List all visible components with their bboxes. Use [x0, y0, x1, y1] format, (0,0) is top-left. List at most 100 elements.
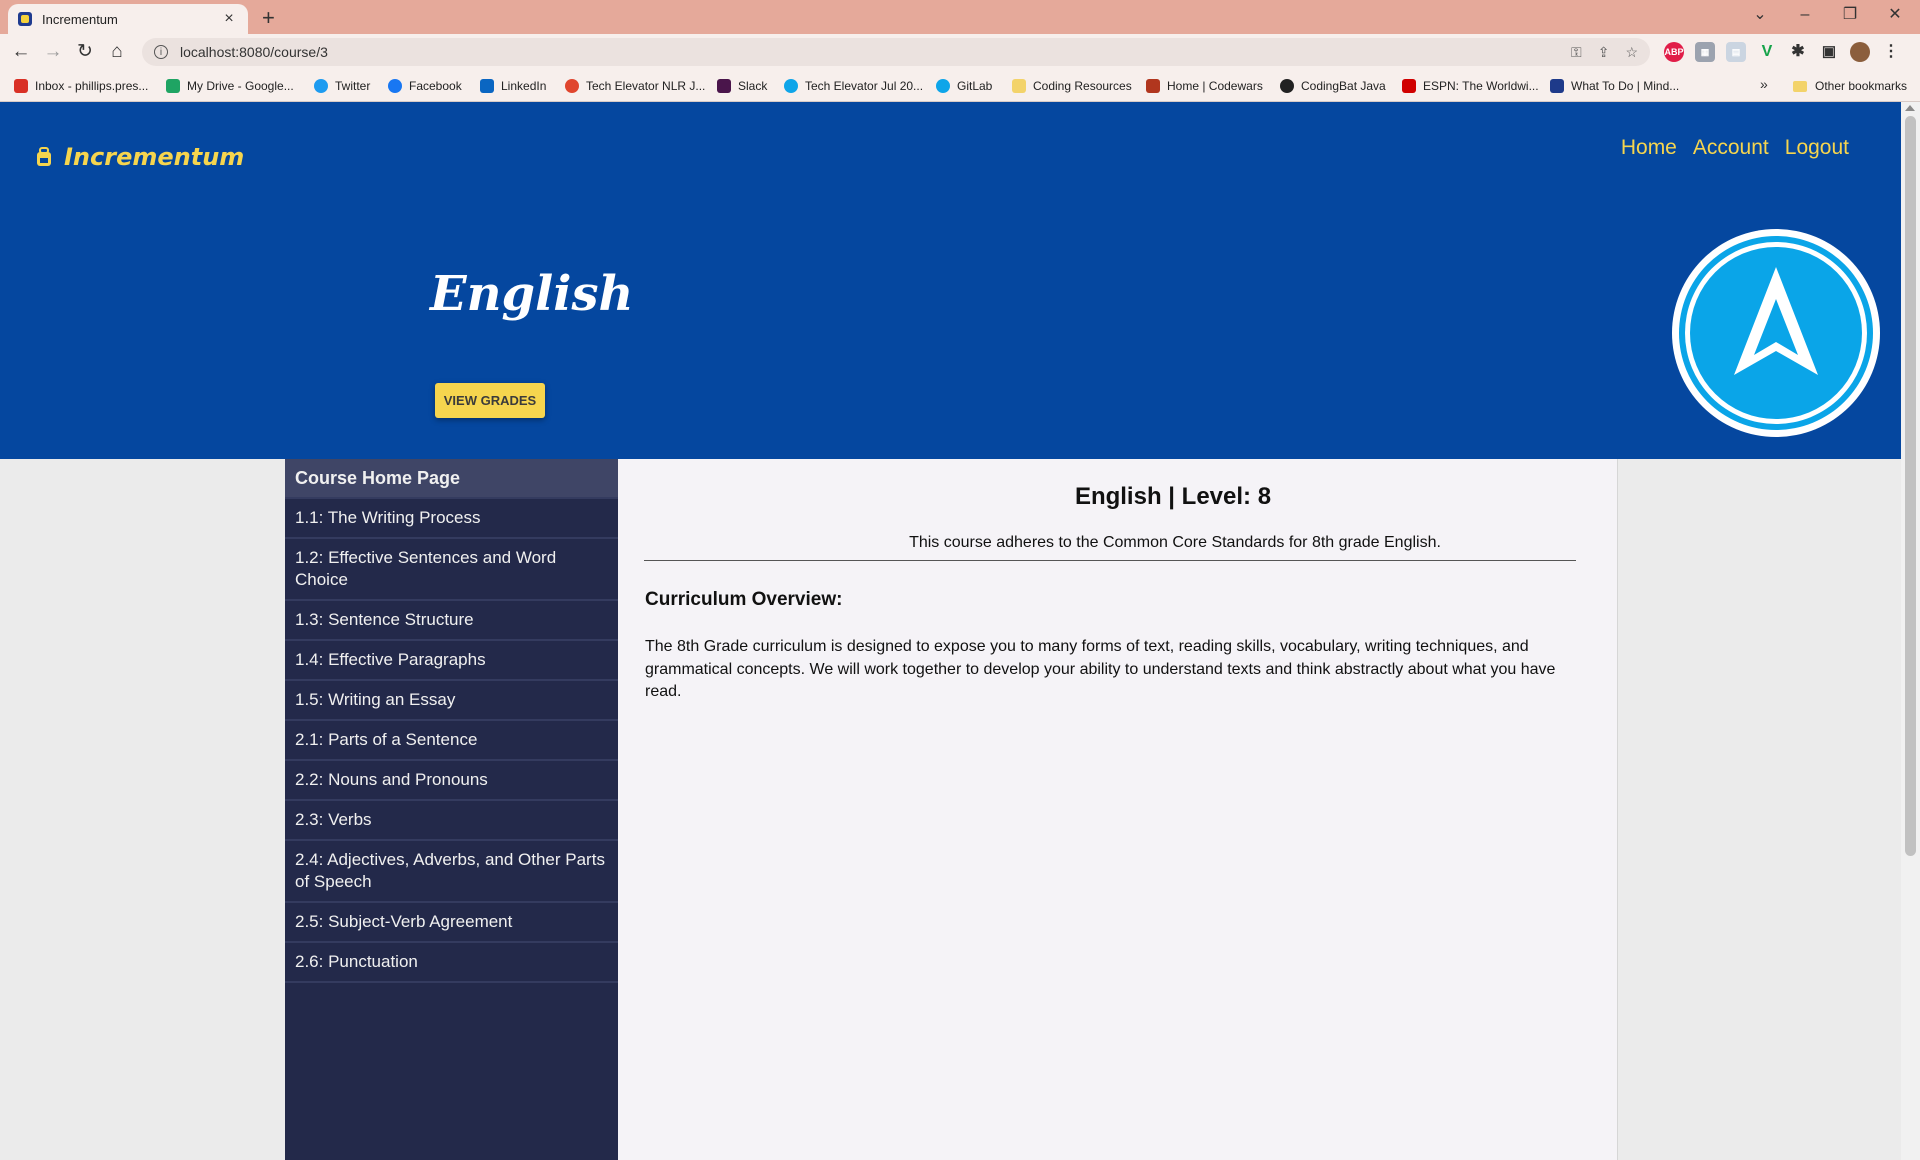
- codewars-icon: [1146, 79, 1160, 93]
- brand-name: Incrementum: [64, 143, 245, 171]
- bookmark-item[interactable]: Twitter: [314, 70, 370, 102]
- bookmark-label: Slack: [738, 79, 768, 93]
- bookmark-item[interactable]: Home | Codewars: [1146, 70, 1263, 102]
- nav-logout-link[interactable]: Logout: [1785, 136, 1849, 160]
- bookmark-item[interactable]: Inbox - phillips.pres...: [14, 70, 148, 102]
- bookmark-label: Inbox - phillips.pres...: [35, 79, 149, 93]
- sidebar-item-1-1[interactable]: 1.1: The Writing Process: [285, 499, 618, 539]
- restore-button[interactable]: ❐: [1830, 2, 1870, 28]
- share-icon[interactable]: ⇪: [1598, 44, 1610, 61]
- new-tab-button[interactable]: +: [262, 5, 275, 31]
- bookmark-item[interactable]: Tech Elevator NLR J...: [565, 70, 705, 102]
- address-url[interactable]: localhost:8080/course/3: [180, 44, 1555, 60]
- bookmark-folder[interactable]: Coding Resources: [1012, 70, 1132, 102]
- close-window-button[interactable]: ✕: [1875, 2, 1915, 28]
- reload-icon[interactable]: ↻: [72, 39, 98, 65]
- vue-devtools-icon[interactable]: V: [1757, 42, 1777, 62]
- browser-tab[interactable]: Incrementum ×: [8, 4, 248, 34]
- sidebar-item-2-1[interactable]: 2.1: Parts of a Sentence: [285, 721, 618, 761]
- folder-icon: [1012, 79, 1026, 93]
- nav-home-link[interactable]: Home: [1621, 136, 1677, 160]
- more-bookmarks-icon[interactable]: »: [1760, 76, 1768, 92]
- sidebar-item-2-6[interactable]: 2.6: Punctuation: [285, 943, 618, 983]
- extension-icon[interactable]: ▤: [1726, 42, 1746, 62]
- course-standard-text: This course adheres to the Common Core S…: [909, 534, 1441, 551]
- course-header: Incrementum Home Account Logout English …: [0, 102, 1901, 459]
- scrollbar-thumb[interactable]: [1905, 116, 1916, 856]
- mindfulness-icon: [1550, 79, 1564, 93]
- scroll-up-arrow-icon[interactable]: [1905, 105, 1915, 111]
- bookmark-label: LinkedIn: [501, 79, 547, 93]
- home-icon[interactable]: ⌂: [104, 39, 130, 65]
- bookmark-item[interactable]: My Drive - Google...: [166, 70, 294, 102]
- bookmark-item[interactable]: GitLab: [936, 70, 992, 102]
- address-bar[interactable]: i localhost:8080/course/3 ⚿ ⇪ ☆: [142, 38, 1650, 66]
- sidebar-item-2-3[interactable]: 2.3: Verbs: [285, 801, 618, 841]
- course-sidebar: Course Home Page 1.1: The Writing Proces…: [285, 459, 618, 1160]
- course-heading: English | Level: 8: [1074, 483, 1272, 510]
- bookmarks-bar: Inbox - phillips.pres... My Drive - Goog…: [0, 70, 1920, 102]
- site-brand[interactable]: Incrementum: [34, 143, 244, 171]
- bookmark-label: My Drive - Google...: [187, 79, 294, 93]
- course-title: English: [430, 266, 634, 322]
- bookmark-label: Home | Codewars: [1167, 79, 1263, 93]
- tech-elevator-icon: [784, 79, 798, 93]
- sidebar-item-2-2[interactable]: 2.2: Nouns and Pronouns: [285, 761, 618, 801]
- tab-close-icon[interactable]: ×: [220, 10, 238, 28]
- extensions-puzzle-icon[interactable]: ✱: [1788, 42, 1808, 62]
- bookmark-label: GitLab: [957, 79, 993, 93]
- site-info-icon[interactable]: i: [154, 45, 168, 59]
- back-arrow-icon[interactable]: ←: [8, 39, 34, 65]
- sidebar-item-2-5[interactable]: 2.5: Subject-Verb Agreement: [285, 903, 618, 943]
- bookmark-item[interactable]: Tech Elevator Jul 20...: [784, 70, 923, 102]
- bookmark-item[interactable]: CodingBat Java: [1280, 70, 1386, 102]
- key-icon[interactable]: ⚿: [1571, 44, 1582, 61]
- linkedin-icon: [480, 79, 494, 93]
- tab-search-chevron-icon[interactable]: ⌄: [1740, 2, 1780, 28]
- bookmark-item[interactable]: What To Do | Mind...: [1550, 70, 1679, 102]
- forward-arrow-icon[interactable]: →: [40, 39, 66, 65]
- bookmark-label: Twitter: [335, 79, 371, 93]
- site-favicon-icon: [18, 12, 32, 26]
- bookmark-item[interactable]: LinkedIn: [480, 70, 546, 102]
- extension-icon[interactable]: ▦: [1695, 42, 1715, 62]
- sidebar-item-1-5[interactable]: 1.5: Writing an Essay: [285, 681, 618, 721]
- profile-avatar[interactable]: [1850, 42, 1870, 62]
- gitlab-icon: [936, 79, 950, 93]
- google-drive-icon: [166, 79, 180, 93]
- adblock-extension-icon[interactable]: ABP: [1664, 42, 1684, 62]
- bookmark-label: Facebook: [409, 79, 462, 93]
- bookmark-label: ESPN: The Worldwi...: [1423, 79, 1539, 93]
- bookmark-label: Tech Elevator NLR J...: [586, 79, 706, 93]
- sidebar-item-2-4[interactable]: 2.4: Adjectives, Adverbs, and Other Part…: [285, 841, 618, 903]
- sidebar-item-1-4[interactable]: 1.4: Effective Paragraphs: [285, 641, 618, 681]
- browser-toolbar: ← → ↻ ⌂ i localhost:8080/course/3 ⚿ ⇪ ☆ …: [0, 34, 1920, 70]
- bookmark-label: What To Do | Mind...: [1571, 79, 1680, 93]
- tech-elevator-icon: [565, 79, 579, 93]
- bookmark-star-icon[interactable]: ☆: [1625, 44, 1638, 61]
- nav-account-link[interactable]: Account: [1693, 136, 1769, 160]
- browser-menu-icon[interactable]: ⋮: [1881, 42, 1901, 62]
- bookmark-label: Other bookmarks: [1815, 79, 1908, 93]
- sidebar-item-1-3[interactable]: 1.3: Sentence Structure: [285, 601, 618, 641]
- side-panel-icon[interactable]: ▣: [1819, 42, 1839, 62]
- view-grades-button[interactable]: VIEW GRADES: [435, 383, 545, 418]
- minimize-button[interactable]: –: [1785, 2, 1825, 28]
- twitter-icon: [314, 79, 328, 93]
- page-scrollbar[interactable]: [1901, 102, 1920, 1160]
- bookmark-label: Tech Elevator Jul 20...: [805, 79, 924, 93]
- bookmark-item[interactable]: ESPN: The Worldwi...: [1402, 70, 1539, 102]
- sidebar-item-1-2[interactable]: 1.2: Effective Sentences and Word Choice: [285, 539, 618, 601]
- curriculum-overview-heading: Curriculum Overview:: [645, 589, 843, 610]
- espn-icon: [1402, 79, 1416, 93]
- content-divider: [644, 560, 1576, 561]
- sidebar-item-course-home[interactable]: Course Home Page: [285, 459, 618, 499]
- bookmark-item[interactable]: Slack: [717, 70, 767, 102]
- top-navigation: Home Account Logout: [1621, 136, 1849, 160]
- bookmark-label: CodingBat Java: [1301, 79, 1386, 93]
- other-bookmarks-folder[interactable]: Other bookmarks: [1793, 70, 1907, 102]
- facebook-icon: [388, 79, 402, 93]
- curriculum-overview-text: The 8th Grade curriculum is designed to …: [645, 638, 1556, 700]
- bookmark-item[interactable]: Facebook: [388, 70, 462, 102]
- gmail-icon: [14, 79, 28, 93]
